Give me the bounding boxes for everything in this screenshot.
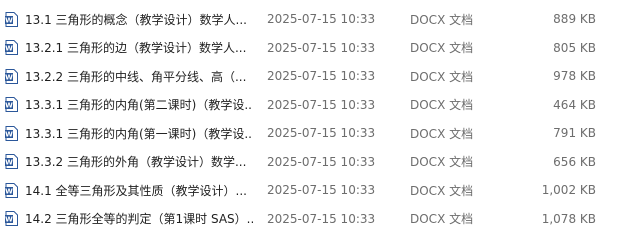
word-doc-icon: W [5, 40, 18, 56]
file-row[interactable]: W 14.2 三角形全等的判定（第1课时 SAS）... 2025-07-15 … [0, 205, 632, 234]
file-date: 2025-07-15 10:33 [267, 40, 376, 55]
file-type: DOCX 文档 [410, 69, 474, 84]
file-type: DOCX 文档 [410, 126, 474, 141]
svg-text:W: W [5, 73, 13, 81]
file-name: 13.1 三角形的概念（教学设计）数学人... [25, 12, 247, 27]
file-size: 791 KB [553, 126, 596, 141]
file-row[interactable]: W 13.2.2 三角形的中线、角平分线、高（... 2025-07-15 10… [0, 62, 632, 91]
file-row[interactable]: W 13.3.2 三角形的外角（教学设计）数学... 2025-07-15 10… [0, 148, 632, 177]
file-size: 1,002 KB [541, 183, 596, 198]
file-size: 805 KB [553, 40, 596, 55]
svg-text:W: W [5, 45, 13, 53]
file-name: 13.2.1 三角形的边（教学设计）数学人... [25, 41, 247, 56]
file-type: DOCX 文档 [410, 183, 474, 198]
file-date: 2025-07-15 10:33 [267, 126, 376, 141]
file-row[interactable]: W 13.3.1 三角形的内角(第一课时)（教学设... 2025-07-15 … [0, 119, 632, 148]
file-date: 2025-07-15 10:33 [267, 69, 376, 84]
svg-text:W: W [5, 16, 13, 24]
word-doc-icon: W [5, 97, 18, 113]
file-type: DOCX 文档 [410, 41, 474, 56]
file-size: 1,078 KB [541, 211, 596, 226]
file-date: 2025-07-15 10:33 [267, 211, 376, 226]
file-row[interactable]: W 13.2.1 三角形的边（教学设计）数学人... 2025-07-15 10… [0, 34, 632, 63]
file-size: 464 KB [553, 97, 596, 112]
file-type: DOCX 文档 [410, 12, 474, 27]
file-size: 656 KB [553, 154, 596, 169]
svg-text:W: W [5, 187, 13, 195]
file-date: 2025-07-15 10:33 [267, 154, 376, 169]
word-doc-icon: W [5, 211, 18, 227]
file-list: W 13.1 三角形的概念（教学设计）数学人... 2025-07-15 10:… [0, 0, 632, 240]
file-name: 14.2 三角形全等的判定（第1课时 SAS）... [25, 212, 253, 227]
file-type: DOCX 文档 [410, 98, 474, 113]
file-name: 13.3.1 三角形的内角(第二课时)（教学设... [25, 98, 253, 113]
svg-text:W: W [5, 216, 13, 224]
file-date: 2025-07-15 10:33 [267, 183, 376, 198]
svg-text:W: W [5, 159, 13, 167]
file-name: 14.1 全等三角形及其性质（教学设计）... [25, 183, 247, 198]
file-type: DOCX 文档 [410, 155, 474, 170]
file-row[interactable]: W 14.1 全等三角形及其性质（教学设计）... 2025-07-15 10:… [0, 176, 632, 205]
file-type: DOCX 文档 [410, 212, 474, 227]
svg-text:W: W [5, 102, 13, 110]
file-date: 2025-07-15 10:33 [267, 97, 376, 112]
word-doc-icon: W [5, 68, 18, 84]
file-row[interactable]: W 13.3.1 三角形的内角(第二课时)（教学设... 2025-07-15 … [0, 91, 632, 120]
svg-text:W: W [5, 130, 13, 138]
file-date: 2025-07-15 10:33 [267, 12, 376, 27]
file-name: 13.3.1 三角形的内角(第一课时)（教学设... [25, 126, 253, 141]
word-doc-icon: W [5, 11, 18, 27]
file-name: 13.2.2 三角形的中线、角平分线、高（... [25, 69, 247, 84]
word-doc-icon: W [5, 154, 18, 170]
file-size: 978 KB [553, 69, 596, 84]
file-name: 13.3.2 三角形的外角（教学设计）数学... [25, 155, 247, 170]
file-size: 889 KB [553, 12, 596, 27]
word-doc-icon: W [5, 182, 18, 198]
word-doc-icon: W [5, 125, 18, 141]
file-row[interactable]: W 13.1 三角形的概念（教学设计）数学人... 2025-07-15 10:… [0, 5, 632, 34]
